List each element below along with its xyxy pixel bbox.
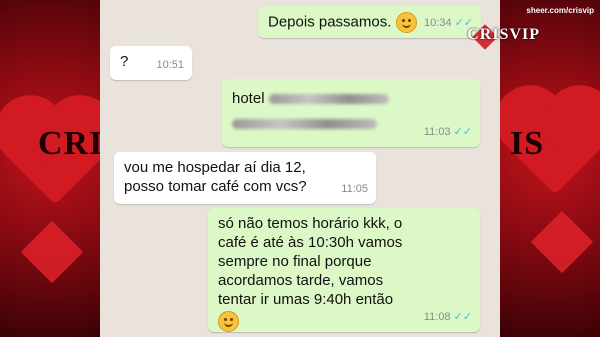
read-receipt-icon: ✓✓ <box>453 126 472 138</box>
right-decoration-panel: IS <box>500 0 600 337</box>
message-text-line: posso tomar café com vcs? <box>124 178 307 195</box>
message-time: 11:03 <box>423 126 451 138</box>
read-receipt-icon: ✓✓ <box>453 311 472 323</box>
message-text-line: só não temos horário kkk, o <box>218 215 403 232</box>
message-time: 10:34 <box>424 17 452 29</box>
message-bubble-outgoing: hotel 11:03 ✓✓ <box>222 79 480 147</box>
message-time: 10:51 <box>156 59 184 71</box>
diamond-decoration <box>530 210 594 274</box>
message-text: ? <box>120 53 129 70</box>
message-time: 11:05 <box>341 183 368 195</box>
diamond-decoration <box>20 220 84 284</box>
smirk-emoji-icon <box>395 12 417 33</box>
message-text-line: sempre no final porque <box>218 253 372 270</box>
message-time: 11:08 <box>423 311 451 323</box>
smile-emoji-icon <box>218 311 239 332</box>
message-text-line: tentar ir umas 9:40h então <box>218 291 394 308</box>
message-text-line: acordamos tarde, vamos <box>218 272 384 289</box>
message-bubble-outgoing: só não temos horário kkk, o café é até à… <box>208 208 480 332</box>
left-decoration-panel: CRI <box>0 0 100 337</box>
side-logo-text: IS <box>510 125 545 162</box>
message-text-line: vou me hospedar aí dia 12, <box>124 159 306 176</box>
message-text-line: café é até às 10:30h vamos <box>218 234 403 251</box>
redacted-text <box>268 94 389 105</box>
chat-conversation[interactable]: Depois passamos. 10:34 ✓✓ ? 10:51 hotel 1… <box>100 0 500 337</box>
message-text: hotel <box>232 90 265 107</box>
message-text: Depois passamos. <box>268 13 392 31</box>
side-logo-text: CRI <box>38 125 100 162</box>
brand-logo: CRISVIP <box>467 26 540 43</box>
message-bubble-incoming: vou me hospedar aí dia 12, posso tomar c… <box>114 152 376 204</box>
watermark-text: sheer.com/crisvip <box>526 6 594 15</box>
message-bubble-outgoing: Depois passamos. 10:34 ✓✓ <box>258 6 481 38</box>
redacted-text <box>232 119 377 130</box>
message-bubble-incoming: ? 10:51 <box>110 46 192 80</box>
